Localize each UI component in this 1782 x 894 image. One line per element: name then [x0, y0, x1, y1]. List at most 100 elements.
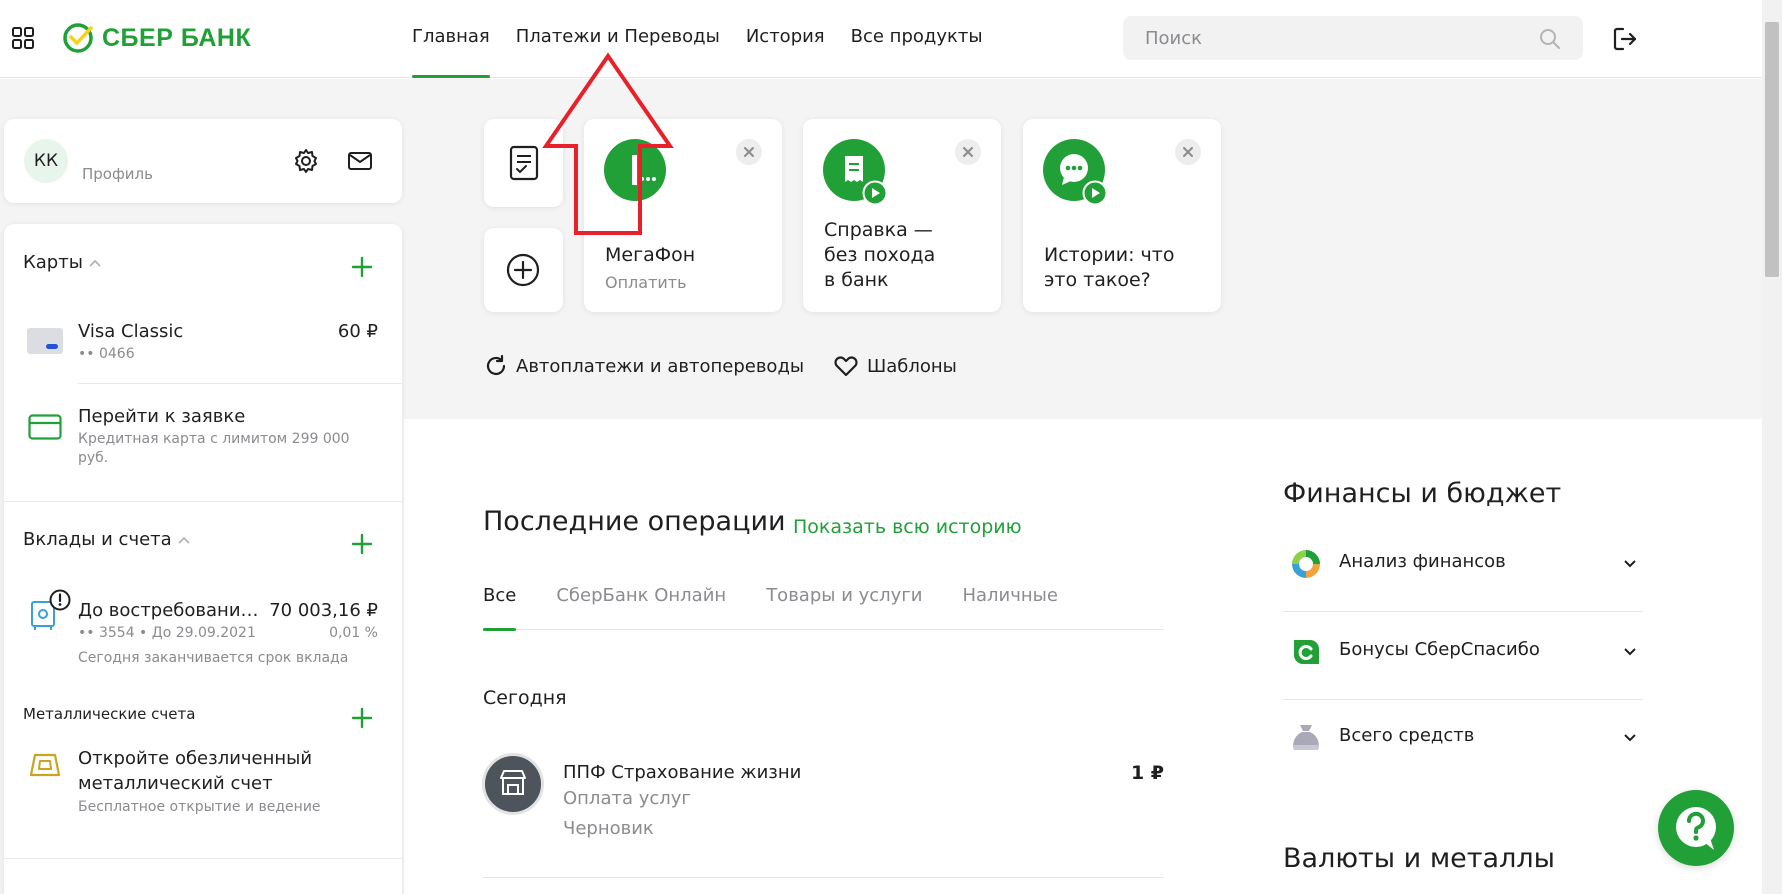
templates-label: Шаблоны: [867, 355, 957, 377]
application-subtitle: Кредитная карта с лимитом 299 000 руб.: [78, 431, 350, 466]
megafon-logo-icon: [604, 139, 666, 201]
profile-card[interactable]: КК Профиль: [4, 119, 402, 203]
card-number: •• 0466: [78, 346, 135, 362]
chevron-down-icon: [1624, 648, 1636, 656]
mail-icon[interactable]: [347, 148, 373, 174]
finance-row-label: Анализ финансов: [1339, 551, 1506, 572]
heart-icon: [834, 356, 858, 377]
autopayments-link[interactable]: Автоплатежи и автопереводы: [484, 354, 804, 378]
help-question-icon: [1676, 807, 1716, 850]
tile-title-line1: Справка —: [824, 219, 933, 241]
gold-bar-icon: [29, 753, 61, 777]
help-chat-button[interactable]: [1658, 790, 1734, 866]
tile-title-line2: это такое?: [1044, 269, 1151, 291]
search-box: [1123, 16, 1583, 60]
scrollbar-thumb[interactable]: [1765, 22, 1779, 277]
bank-card-icon: [27, 328, 63, 354]
refresh-icon: [486, 354, 506, 375]
operation-category: Оплата услуг: [563, 788, 691, 809]
add-quick-action-button[interactable]: [484, 228, 563, 312]
nav-home[interactable]: Главная: [412, 0, 490, 78]
chevron-up-icon: [178, 536, 190, 544]
pie-chart-icon: [1292, 550, 1320, 578]
sber-logo-icon: [63, 23, 93, 53]
nav-all-products[interactable]: Все продукты: [851, 0, 983, 78]
search-input[interactable]: [1123, 16, 1523, 60]
deposit-note: Сегодня заканчивается срок вклада: [78, 650, 349, 666]
payment-by-details-button[interactable]: [484, 119, 563, 207]
chevron-down-icon: [1624, 560, 1636, 568]
tile-title: МегаФон: [605, 244, 696, 266]
show-all-history-link[interactable]: Показать всю историю: [793, 516, 1022, 538]
search-icon[interactable]: [1539, 28, 1561, 50]
warning-icon: [49, 589, 71, 611]
chevron-up-icon: [89, 259, 101, 267]
cards-section-title: Карты: [23, 252, 83, 273]
avatar[interactable]: КК: [24, 139, 68, 183]
divider: [4, 501, 402, 502]
close-icon[interactable]: [1175, 139, 1201, 165]
operation-amount: 1 ₽: [1130, 762, 1164, 784]
currencies-title: Валюты и металлы: [1283, 843, 1555, 874]
nav-payments[interactable]: Платежи и Переводы: [516, 0, 720, 78]
play-icon: [1082, 180, 1108, 206]
chevron-down-icon: [1624, 734, 1636, 742]
finance-row-label: Бонусы СберСпасибо: [1339, 639, 1540, 660]
products-panel: Карты Visa Classic •• 0466 60 ₽ Перейти …: [4, 224, 402, 894]
add-card-icon[interactable]: [351, 256, 373, 278]
apps-grid-icon[interactable]: [12, 27, 34, 49]
tab-sberbank-online[interactable]: СберБанк Онлайн: [556, 570, 726, 630]
close-icon[interactable]: [955, 139, 981, 165]
autopayments-label: Автоплатежи и автопереводы: [516, 355, 805, 377]
money-bag-icon: [1293, 725, 1319, 750]
operation-title: ППФ Страхование жизни: [563, 762, 802, 783]
credit-card-outline-icon: [28, 414, 62, 440]
application-title: Перейти к заявке: [78, 406, 246, 427]
add-metal-account-icon[interactable]: [351, 707, 373, 729]
tile-megafon[interactable]: МегаФон Оплатить: [584, 119, 782, 312]
operations-group-date: Сегодня: [483, 687, 567, 709]
metals-section-header[interactable]: Металлические счета: [23, 705, 195, 723]
close-icon[interactable]: [736, 139, 762, 165]
profile-label[interactable]: Профиль: [82, 165, 153, 183]
operation-status: Черновик: [563, 818, 654, 839]
deposit-name: До востребовани…: [78, 600, 259, 621]
tile-title-line3: в банк: [824, 269, 889, 291]
play-icon: [862, 180, 888, 206]
tile-subtitle: Оплатить: [605, 273, 687, 292]
deposits-section-header[interactable]: Вклады и счета: [23, 529, 190, 550]
gear-icon[interactable]: [293, 148, 319, 174]
templates-link[interactable]: Шаблоны: [833, 354, 957, 378]
tab-cash[interactable]: Наличные: [962, 570, 1057, 630]
tab-goods-services[interactable]: Товары и услуги: [766, 570, 922, 630]
sberspasibo-icon: [1294, 640, 1319, 664]
tab-all[interactable]: Все: [483, 570, 517, 631]
tile-title-line2: без похода: [824, 244, 936, 266]
operations-title: Последние операции: [483, 506, 786, 537]
logout-icon[interactable]: [1612, 26, 1638, 52]
add-circle-icon: [506, 253, 540, 287]
tile-certificate[interactable]: Справка — без похода в банк: [803, 119, 1001, 312]
divider: [4, 858, 402, 859]
finance-title: Финансы и бюджет: [1283, 478, 1562, 509]
document-list-icon: [509, 145, 539, 181]
nav-history[interactable]: История: [746, 0, 825, 78]
finance-row-label: Всего средств: [1339, 725, 1475, 746]
sberspasibo-row[interactable]: Бонусы СберСпасибо: [1283, 623, 1643, 687]
sber-logo[interactable]: СБЕР БАНК: [62, 20, 251, 56]
divider: [483, 877, 1164, 878]
metal-account-title-line2: металлический счет: [78, 773, 273, 794]
tile-stories[interactable]: Истории: что это такое?: [1023, 119, 1221, 312]
operations-tabs: Все СберБанк Онлайн Товары и услуги Нали…: [483, 570, 1164, 631]
page-scrollbar[interactable]: [1762, 0, 1782, 894]
total-funds-row[interactable]: Всего средств: [1283, 709, 1643, 773]
divider: [78, 383, 402, 384]
add-deposit-icon[interactable]: [351, 533, 373, 555]
cards-section-header[interactable]: Карты: [23, 252, 101, 273]
header: СБЕР БАНК Главная Платежи и Переводы Ист…: [0, 0, 1762, 78]
deposit-details: •• 3554 • До 29.09.2021: [78, 625, 256, 641]
card-name: Visa Classic: [78, 321, 184, 342]
finance-analysis-row[interactable]: Анализ финансов: [1283, 535, 1643, 599]
tile-title-line1: Истории: что: [1044, 244, 1175, 266]
divider: [1283, 611, 1643, 612]
